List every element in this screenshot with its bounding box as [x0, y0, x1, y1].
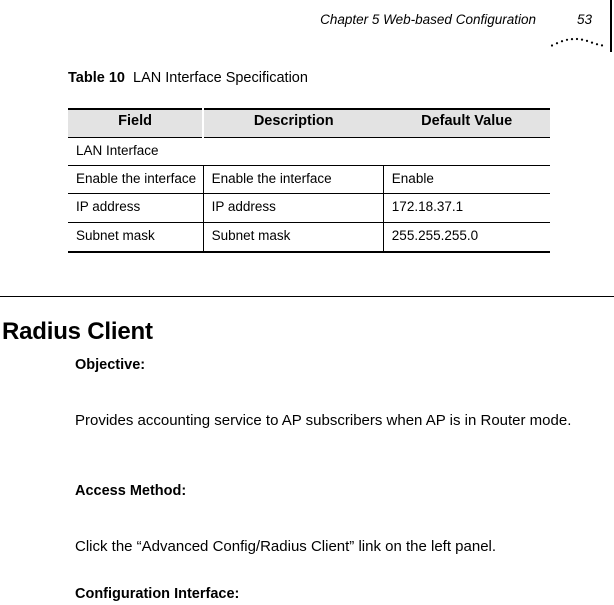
dotted-arc-ornament-icon	[550, 37, 604, 47]
section-divider	[0, 296, 614, 297]
objective-paragraph: Provides accounting service to AP subscr…	[75, 412, 572, 429]
column-header-field: Field	[68, 108, 205, 138]
access-method-paragraph: Click the “Advanced Config/Radius Client…	[75, 538, 497, 555]
cell-description: Enable the interface	[203, 165, 384, 195]
column-header-default-value: Default Value	[383, 108, 550, 138]
table-row: Enable the interface Enable the interfac…	[68, 165, 550, 195]
table-group-row: LAN Interface	[68, 137, 550, 166]
table-caption-label: Table 10	[68, 70, 125, 86]
cell-field: Enable the interface	[68, 165, 204, 195]
cell-field: Subnet mask	[68, 222, 204, 254]
table-row: IP address IP address 172.18.37.1	[68, 193, 550, 224]
page-running-header: Chapter 5 Web-based Configuration 53	[0, 0, 614, 52]
table-group-label: LAN Interface	[68, 137, 550, 166]
cell-default: 255.255.255.0	[383, 222, 550, 254]
section-heading: Radius Client	[2, 318, 153, 346]
table-header-row: Field Description Default Value	[68, 108, 550, 138]
cell-description: Subnet mask	[203, 222, 384, 254]
chapter-title: Chapter 5 Web-based Configuration	[320, 12, 536, 27]
table-caption-text: LAN Interface Specification	[133, 70, 308, 86]
objective-heading: Objective:	[75, 357, 146, 373]
table-row: Subnet mask Subnet mask 255.255.255.0	[68, 222, 550, 254]
header-vertical-rule	[610, 0, 612, 52]
cell-description: IP address	[203, 193, 384, 224]
page-number: 53	[576, 12, 592, 27]
access-method-heading: Access Method:	[75, 483, 187, 499]
lan-interface-specification-table: Field Description Default Value LAN Inte…	[68, 108, 550, 254]
cell-field: IP address	[68, 193, 204, 224]
cell-default: Enable	[383, 165, 550, 195]
configuration-interface-heading: Configuration Interface:	[75, 586, 240, 602]
table-caption: Table 10 LAN Interface Specification	[68, 70, 308, 86]
column-header-description: Description	[203, 108, 384, 138]
cell-default: 172.18.37.1	[383, 193, 550, 224]
